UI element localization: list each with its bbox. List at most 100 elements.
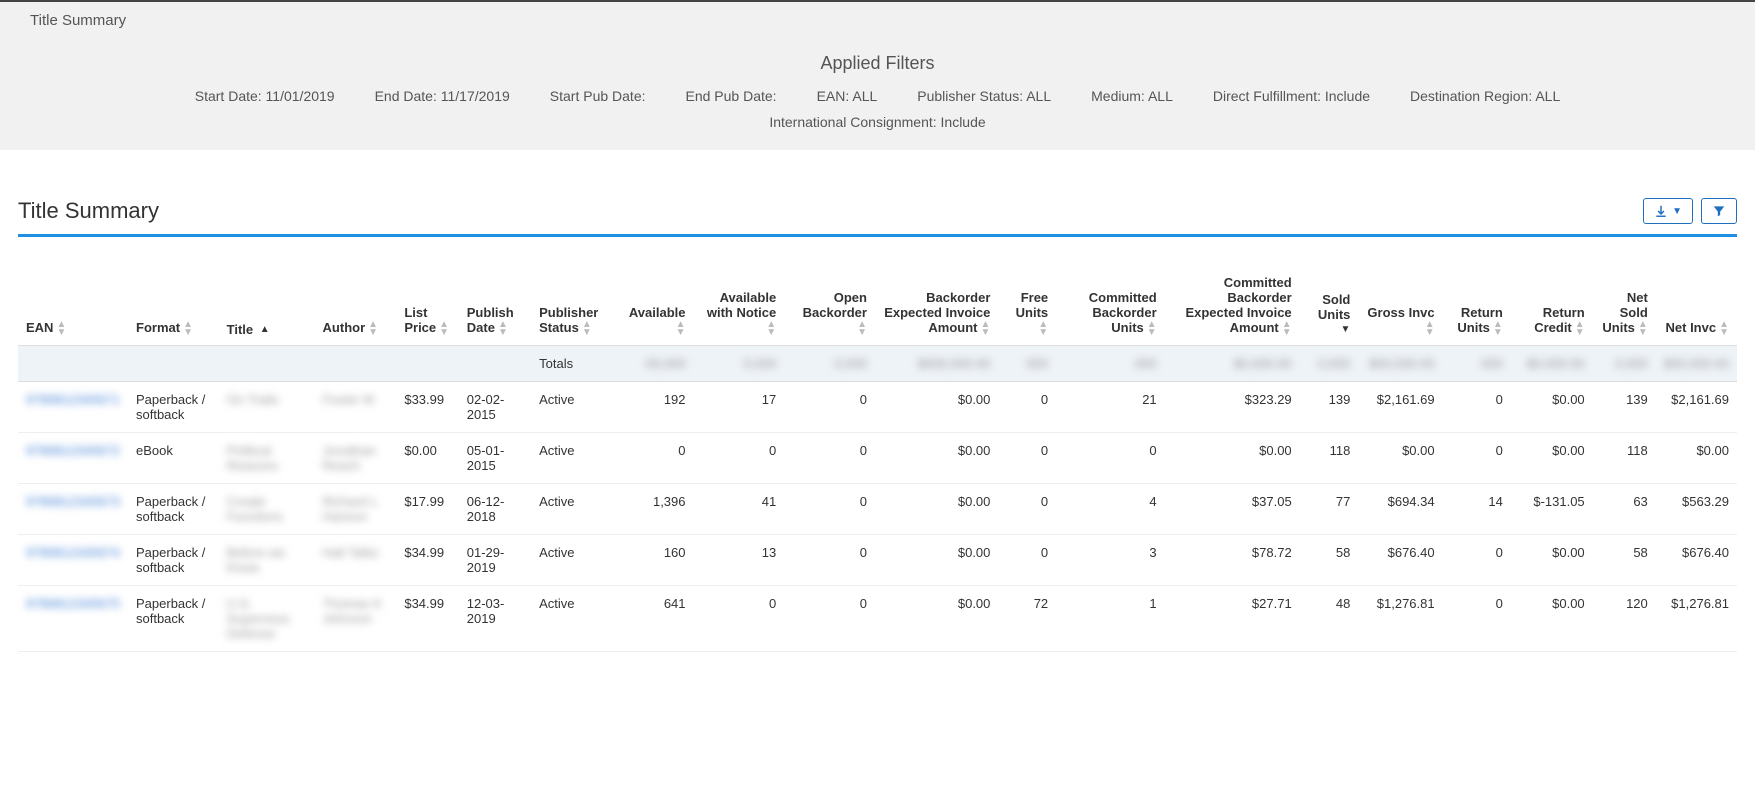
cell-available-with-notice: 17 bbox=[694, 381, 785, 432]
cell-ean[interactable]: 9780812345675 bbox=[18, 585, 128, 651]
sort-icon: ▲▼ bbox=[56, 321, 66, 337]
cell-ean[interactable]: 9780812345672 bbox=[18, 432, 128, 483]
sort-up-icon: ▲ bbox=[260, 326, 270, 334]
cell-net-invc: $676.40 bbox=[1656, 534, 1737, 585]
col-available-with-notice[interactable]: Available with Notice▲▼ bbox=[694, 267, 785, 345]
sort-icon: ▲▼ bbox=[368, 321, 378, 337]
cell-available: 641 bbox=[618, 585, 693, 651]
cell-net-invc: $563.29 bbox=[1656, 483, 1737, 534]
filter-medium: Medium: ALL bbox=[1091, 88, 1173, 104]
col-title[interactable]: Title ▲ bbox=[219, 267, 315, 345]
filter-icon bbox=[1712, 204, 1726, 218]
cell-list-price: $17.99 bbox=[396, 483, 458, 534]
col-free-units[interactable]: Free Units▲▼ bbox=[998, 267, 1056, 345]
cell-available: 192 bbox=[618, 381, 693, 432]
table-row: 9780812345674 Paperback / softback Befor… bbox=[18, 534, 1737, 585]
cell-available-with-notice: 0 bbox=[694, 585, 785, 651]
cell-open-backorder: 0 bbox=[784, 432, 875, 483]
col-return-credit[interactable]: Return Credit▲▼ bbox=[1511, 267, 1593, 345]
cell-net-invc: $1,276.81 bbox=[1656, 585, 1737, 651]
cell-committed-backorder-units: 21 bbox=[1056, 381, 1165, 432]
col-ean[interactable]: EAN▲▼ bbox=[18, 267, 128, 345]
col-available[interactable]: Available▲▼ bbox=[618, 267, 693, 345]
cell-author: Hall Talbs bbox=[315, 534, 397, 585]
cell-backorder-expected: $0.00 bbox=[875, 585, 998, 651]
cell-ean[interactable]: 9780812345674 bbox=[18, 534, 128, 585]
cell-gross-invc: $694.34 bbox=[1358, 483, 1442, 534]
cell-committed-backorder-expected: $323.29 bbox=[1165, 381, 1300, 432]
filter-start-date: Start Date: 11/01/2019 bbox=[195, 88, 335, 104]
col-net-sold-units[interactable]: Net Sold Units▲▼ bbox=[1593, 267, 1656, 345]
cell-ean[interactable]: 9780812345671 bbox=[18, 381, 128, 432]
col-publish-date[interactable]: Publish Date▲▼ bbox=[459, 267, 531, 345]
sort-icon: ▲▼ bbox=[1493, 321, 1503, 337]
cell-available: 160 bbox=[618, 534, 693, 585]
cell-return-credit: $0.00 bbox=[1511, 381, 1593, 432]
cell-title: Create Functions bbox=[219, 483, 315, 534]
filter-start-pub-date: Start Pub Date: bbox=[550, 88, 646, 104]
sort-icon: ▲▼ bbox=[1282, 321, 1292, 337]
cell-free-units: 72 bbox=[998, 585, 1056, 651]
col-return-units[interactable]: Return Units▲▼ bbox=[1443, 267, 1511, 345]
sort-icon: ▲▼ bbox=[1638, 321, 1648, 337]
download-button[interactable]: ▼ bbox=[1643, 198, 1693, 224]
sort-icon: ▲▼ bbox=[857, 321, 867, 337]
table-header-row: EAN▲▼ Format▲▼ Title ▲ Author▲▼ List Pri… bbox=[18, 267, 1737, 345]
cell-available-with-notice: 0 bbox=[694, 432, 785, 483]
filter-button[interactable] bbox=[1701, 198, 1737, 224]
cell-publish-date: 06-12-2018 bbox=[459, 483, 531, 534]
table-row: 9780812345672 eBook Political Reasons Jo… bbox=[18, 432, 1737, 483]
filter-end-date: End Date: 11/17/2019 bbox=[375, 88, 510, 104]
sort-icon: ▲▼ bbox=[1719, 321, 1729, 337]
sort-icon: ▲▼ bbox=[498, 321, 508, 337]
filter-end-pub-date: End Pub Date: bbox=[686, 88, 777, 104]
cell-return-units: 14 bbox=[1443, 483, 1511, 534]
cell-committed-backorder-units: 4 bbox=[1056, 483, 1165, 534]
cell-backorder-expected: $0.00 bbox=[875, 381, 998, 432]
cell-available-with-notice: 13 bbox=[694, 534, 785, 585]
filter-publisher-status: Publisher Status: ALL bbox=[917, 88, 1051, 104]
col-open-backorder[interactable]: Open Backorder▲▼ bbox=[784, 267, 875, 345]
cell-ean[interactable]: 9780812345673 bbox=[18, 483, 128, 534]
cell-publish-date: 01-29-2019 bbox=[459, 534, 531, 585]
cell-publish-date: 12-03-2019 bbox=[459, 585, 531, 651]
col-publisher-status[interactable]: Publisher Status▲▼ bbox=[531, 267, 618, 345]
cell-return-credit: $0.00 bbox=[1511, 534, 1593, 585]
col-sold-units[interactable]: Sold Units ▼ bbox=[1300, 267, 1359, 345]
col-net-invc[interactable]: Net Invc▲▼ bbox=[1656, 267, 1737, 345]
col-gross-invc[interactable]: Gross Invc▲▼ bbox=[1358, 267, 1442, 345]
cell-title: Political Reasons bbox=[219, 432, 315, 483]
cell-committed-backorder-expected: $37.05 bbox=[1165, 483, 1300, 534]
cell-publish-date: 02-02-2015 bbox=[459, 381, 531, 432]
cell-sold-units: 48 bbox=[1300, 585, 1359, 651]
table-row: 9780812345671 Paperback / softback On Tr… bbox=[18, 381, 1737, 432]
cell-committed-backorder-expected: $0.00 bbox=[1165, 432, 1300, 483]
totals-label: Totals bbox=[531, 345, 618, 381]
section-underline bbox=[18, 234, 1737, 237]
col-committed-backorder-expected[interactable]: Committed Backorder Expected Invoice Amo… bbox=[1165, 267, 1300, 345]
filters-row: Start Date: 11/01/2019 End Date: 11/17/2… bbox=[30, 88, 1725, 104]
col-committed-backorder-units[interactable]: Committed Backorder Units▲▼ bbox=[1056, 267, 1165, 345]
cell-backorder-expected: $0.00 bbox=[875, 432, 998, 483]
cell-net-sold-units: 118 bbox=[1593, 432, 1656, 483]
cell-backorder-expected: $0.00 bbox=[875, 483, 998, 534]
cell-open-backorder: 0 bbox=[784, 483, 875, 534]
col-author[interactable]: Author▲▼ bbox=[315, 267, 397, 345]
col-format[interactable]: Format▲▼ bbox=[128, 267, 219, 345]
filter-international-consignment: International Consignment: Include bbox=[30, 114, 1725, 130]
cell-publisher-status: Active bbox=[531, 585, 618, 651]
cell-return-credit: $0.00 bbox=[1511, 432, 1593, 483]
cell-committed-backorder-expected: $78.72 bbox=[1165, 534, 1300, 585]
col-list-price[interactable]: List Price▲▼ bbox=[396, 267, 458, 345]
cell-author: Richard L Hanson bbox=[315, 483, 397, 534]
cell-publisher-status: Active bbox=[531, 483, 618, 534]
cell-net-invc: $2,161.69 bbox=[1656, 381, 1737, 432]
cell-free-units: 0 bbox=[998, 381, 1056, 432]
cell-open-backorder: 0 bbox=[784, 585, 875, 651]
cell-title: U.S. Supernous Defense bbox=[219, 585, 315, 651]
cell-net-invc: $0.00 bbox=[1656, 432, 1737, 483]
cell-format: eBook bbox=[128, 432, 219, 483]
cell-free-units: 0 bbox=[998, 432, 1056, 483]
col-backorder-expected[interactable]: Backorder Expected Invoice Amount▲▼ bbox=[875, 267, 998, 345]
cell-return-credit: $-131.05 bbox=[1511, 483, 1593, 534]
